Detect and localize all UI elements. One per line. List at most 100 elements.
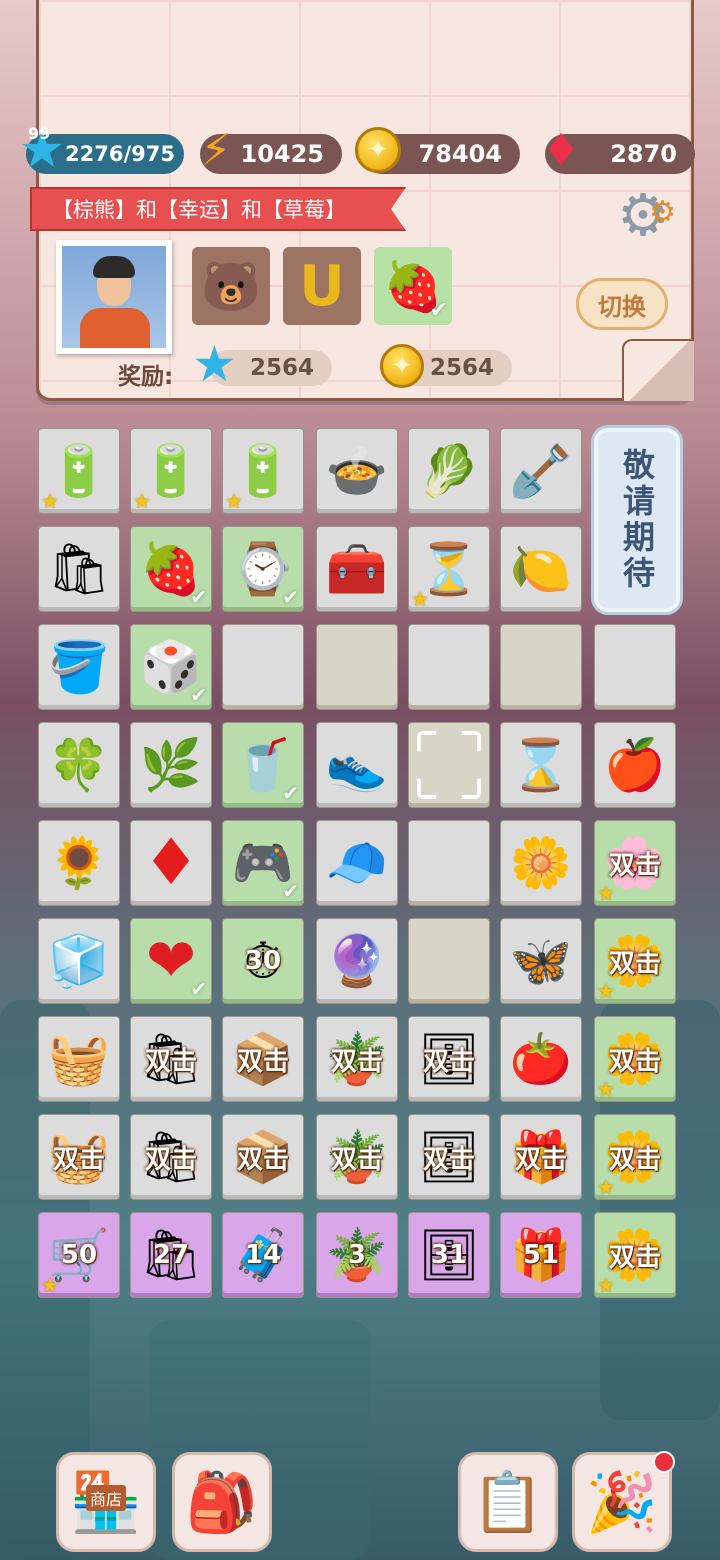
seed-packet-icon: 🌿 bbox=[139, 736, 203, 794]
board-cell[interactable]: 🦋 bbox=[500, 918, 582, 1004]
board-cell[interactable]: 🗄 双击 bbox=[408, 1114, 490, 1200]
board-cell[interactable] bbox=[408, 820, 490, 906]
selection-frame-icon bbox=[417, 731, 481, 799]
board-cell[interactable]: 📦 双击 bbox=[222, 1114, 304, 1200]
board-cell[interactable]: 🔋 ★ bbox=[38, 428, 120, 514]
board-cell[interactable]: 🗄 双击 bbox=[408, 1016, 490, 1102]
board-cell[interactable]: 🪴 双击 bbox=[316, 1016, 398, 1102]
board-cell[interactable]: 🗄 31 bbox=[408, 1212, 490, 1298]
board-cell[interactable]: ⌛ bbox=[500, 722, 582, 808]
board-cell[interactable]: ♦ bbox=[130, 820, 212, 906]
star-icon: ★ bbox=[133, 489, 151, 513]
board-cell[interactable]: 🍎 bbox=[594, 722, 676, 808]
board-cell[interactable]: 🍋 bbox=[500, 526, 582, 612]
star-icon: ★ bbox=[225, 489, 243, 513]
board-cell[interactable]: 🌼 双击 ★ bbox=[594, 1212, 676, 1298]
star-icon: ★ bbox=[597, 881, 615, 905]
double-tap-label: 双击 bbox=[514, 1144, 567, 1175]
board-cell[interactable]: 🪴 双击 bbox=[316, 1114, 398, 1200]
board-cell[interactable]: 🧰 bbox=[316, 526, 398, 612]
cleaning-bucket-icon: 🪣 bbox=[47, 638, 111, 696]
board-cell[interactable]: 🌼 双击 ★ bbox=[594, 1114, 676, 1200]
board-cell[interactable]: 🧺 bbox=[38, 1016, 120, 1102]
board-cell[interactable]: 🎁 双击 bbox=[500, 1114, 582, 1200]
backpack-button[interactable]: 🎒 bbox=[172, 1452, 272, 1552]
butterfly-icon: 🦋 bbox=[509, 932, 573, 990]
board-cell[interactable]: 🧊 bbox=[38, 918, 120, 1004]
board-cell[interactable]: ⏱ 30 bbox=[222, 918, 304, 1004]
board-cell[interactable]: 🔋 ★ bbox=[222, 428, 304, 514]
double-tap-label: 双击 bbox=[422, 1144, 475, 1175]
board-cell[interactable]: ⌚ ✔ bbox=[222, 526, 304, 612]
board-cell[interactable]: 🪏 bbox=[500, 428, 582, 514]
board-cell[interactable]: 🎁 51 bbox=[500, 1212, 582, 1298]
board-cell[interactable]: ❤ ✔ bbox=[130, 918, 212, 1004]
board-cell[interactable]: 🌿 bbox=[130, 722, 212, 808]
party-button[interactable]: 🎉 bbox=[572, 1451, 675, 1552]
board-cell[interactable]: 🥬 bbox=[408, 428, 490, 514]
board-cell[interactable]: 🧢 bbox=[316, 820, 398, 906]
double-tap-label: 双击 bbox=[144, 1144, 197, 1175]
board-cell[interactable]: ⏳ ★ bbox=[408, 526, 490, 612]
tasks-button[interactable]: 📋 bbox=[458, 1452, 558, 1552]
clipboard-icon: 📋 bbox=[471, 1467, 545, 1536]
board-cell[interactable]: 🧺 双击 bbox=[38, 1114, 120, 1200]
board-cell[interactable]: 🌼 bbox=[500, 820, 582, 906]
magic-potion-icon: 🔮 bbox=[325, 932, 389, 990]
board-cell[interactable]: 🌼 双击 ★ bbox=[594, 1016, 676, 1102]
double-tap-label: 双击 bbox=[236, 1144, 289, 1175]
board-cell[interactable]: 🍅 bbox=[500, 1016, 582, 1102]
board-cell[interactable]: 🪴 3 bbox=[316, 1212, 398, 1298]
board-cell[interactable]: 🥤 ✔ bbox=[222, 722, 304, 808]
board-cell[interactable] bbox=[594, 624, 676, 710]
board-cell[interactable] bbox=[408, 624, 490, 710]
star-icon: ★ bbox=[41, 489, 59, 513]
shop-button[interactable]: 🏪 商店 bbox=[56, 1452, 156, 1552]
board-cell[interactable] bbox=[222, 624, 304, 710]
double-tap-label: 双击 bbox=[608, 1242, 661, 1273]
board-cell[interactable]: 🎲 ✔ bbox=[130, 624, 212, 710]
star-icon: ★ bbox=[597, 979, 615, 1003]
treasure-chest-icon: 🧰 bbox=[325, 540, 389, 598]
seed-packet-sunflower-icon: 🌻 bbox=[47, 834, 111, 892]
star-icon: ★ bbox=[597, 1273, 615, 1297]
board-cell[interactable]: 🔮 bbox=[316, 918, 398, 1004]
board-cell[interactable]: 🍲 bbox=[316, 428, 398, 514]
backpack-icon: 🎒 bbox=[185, 1467, 259, 1536]
board-cell[interactable]: 🌼 双击 ★ bbox=[594, 918, 676, 1004]
board-cell[interactable]: 🌻 bbox=[38, 820, 120, 906]
coming-soon-panel: 敬请期待 bbox=[594, 428, 680, 612]
basket-icon: 🧺 bbox=[47, 1030, 111, 1088]
sneakers-icon: 👟 bbox=[325, 736, 389, 794]
board-cell[interactable]: 🪣 bbox=[38, 624, 120, 710]
board-cell[interactable]: 🛍 27 bbox=[130, 1212, 212, 1298]
double-tap-label: 双击 bbox=[608, 1144, 661, 1175]
board-cell[interactable] bbox=[408, 722, 490, 808]
apple-icon: 🍎 bbox=[603, 736, 667, 794]
star-icon: ★ bbox=[597, 1175, 615, 1199]
check-icon: ✔ bbox=[190, 585, 207, 609]
board-cell[interactable]: 🛍 双击 bbox=[130, 1016, 212, 1102]
board-cell[interactable]: 🛍 bbox=[38, 526, 120, 612]
board-cell[interactable]: 🌸 双击 ★ bbox=[594, 820, 676, 906]
board-cell[interactable]: 📦 双击 bbox=[222, 1016, 304, 1102]
tomato-icon: 🍅 bbox=[509, 1030, 573, 1088]
board-cell[interactable] bbox=[500, 624, 582, 710]
board-cell[interactable]: 🎮 ✔ bbox=[222, 820, 304, 906]
party-popper-icon: 🎉 bbox=[585, 1467, 659, 1536]
board-cell[interactable]: 🛒 50 ★ bbox=[38, 1212, 120, 1298]
heart-icon: ❤ bbox=[145, 926, 197, 996]
board-cell[interactable]: 🧳 14 bbox=[222, 1212, 304, 1298]
board-cell[interactable]: 🍀 bbox=[38, 722, 120, 808]
check-icon: ✔ bbox=[282, 585, 299, 609]
board-cell[interactable]: 👟 bbox=[316, 722, 398, 808]
merge-board: 🔋 ★ 🔋 ★ 🔋 ★ 🍲 🥬 🪏 🛍 🍓 ✔ ⌚ ✔ 🧰 ⏳ ★ 🍋 🪣 🎲 ✔ 🍀 🌿 🥤 ✔ 👟 ⌛ 🍎 🌻 ♦ 🎮 ✔ 🧢 🌼 🌸 双击 ★ 🧊 ❤… bbox=[0, 0, 720, 1320]
red-diamond-icon: ♦ bbox=[142, 826, 200, 900]
item-count: 27 bbox=[152, 1240, 190, 1270]
board-cell[interactable] bbox=[408, 918, 490, 1004]
board-cell[interactable] bbox=[316, 624, 398, 710]
board-cell[interactable]: 🍓 ✔ bbox=[130, 526, 212, 612]
board-cell[interactable]: 🔋 ★ bbox=[130, 428, 212, 514]
check-icon: ✔ bbox=[282, 781, 299, 805]
board-cell[interactable]: 🛍 双击 bbox=[130, 1114, 212, 1200]
